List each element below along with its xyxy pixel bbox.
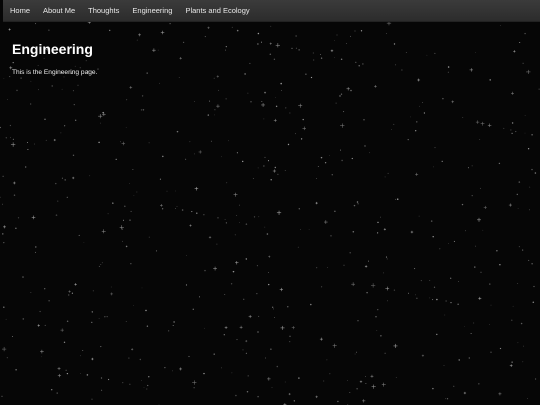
nav-engineering-link[interactable]: Engineering [126,0,179,21]
page-description: This is the Engineering page. [12,69,98,76]
nav-about-me-link[interactable]: About Me [37,0,82,21]
main-content: Engineering This is the Engineering page… [12,41,97,76]
nav-thoughts-link[interactable]: Thoughts [82,0,126,21]
top-navbar: Home About Me Thoughts Engineering Plant… [3,0,540,22]
page-title: Engineering [12,41,93,57]
nav-home-link[interactable]: Home [3,0,37,21]
nav-plants-and-ecology-link[interactable]: Plants and Ecology [179,0,256,21]
page: Home About Me Thoughts Engineering Plant… [0,0,540,405]
